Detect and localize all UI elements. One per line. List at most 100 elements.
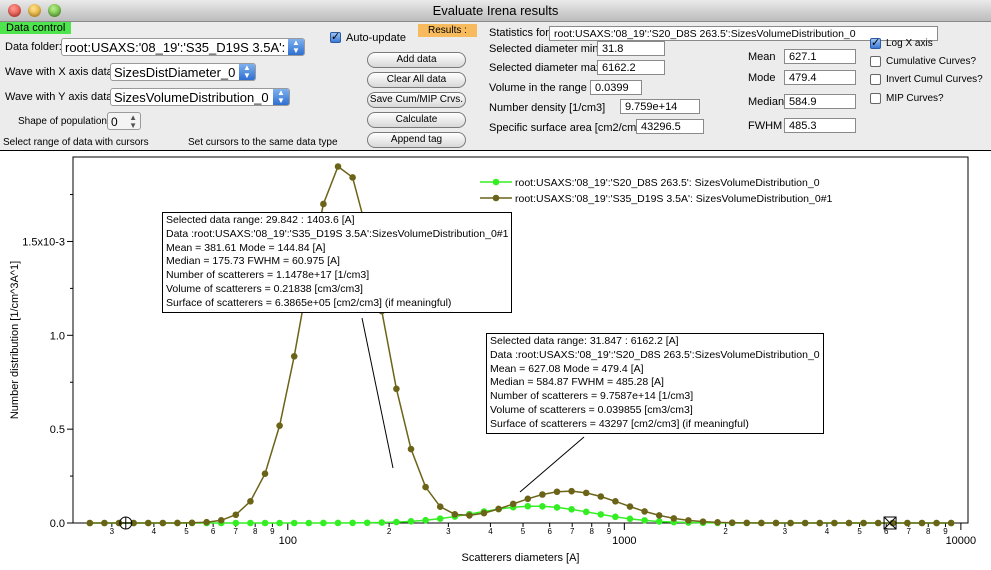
annotation-leader [361,317,394,469]
num-density-label: Number density [1/cm3] [489,102,606,114]
sel-max-field[interactable]: 6162.2 [597,60,665,75]
data-point [860,519,867,527]
range-hint: Select range of data with cursors [3,137,149,148]
data-point [714,519,721,526]
mean-label: Mean [748,51,776,63]
data-point [612,513,619,521]
stats-for-label: Statistics for: [489,27,552,39]
y-tick-label: 1.5x10-3 [22,236,65,248]
clear-all-data-button[interactable]: Clear All data [367,72,466,88]
data-point [188,519,196,527]
data-point [553,504,561,511]
data-point [101,519,108,527]
data-point [320,519,327,527]
x-minor-tick-label: 7 [233,527,238,536]
auto-update-checkbox[interactable] [330,30,341,43]
spec-surface-label: Specific surface area [cm2/cm3] [489,122,646,134]
mean-field[interactable]: 627.1 [784,49,856,64]
fwhm-label: FWHM [748,120,783,132]
x-axis-label: Scatterers diameters [A] [462,552,580,564]
annotation-line: Surface of scatterers = 43297 [cm2/cm3] … [490,417,749,430]
median-field[interactable]: 584.9 [784,94,856,109]
title-bar: Evaluate Irena results [0,0,991,22]
y-wave-popup[interactable]: SizesVolumeDistribution_0 ▲ ▼ [110,88,290,106]
annotation-series2: Selected data range: 31.847 : 6162.2 [A]… [486,333,824,434]
save-cum-mip-button[interactable]: Save Cum/MIP Crvs. [367,92,466,108]
x-minor-tick-label: 4 [488,527,493,536]
data-point [422,483,429,491]
x-minor-tick-label: 4 [152,527,157,536]
sel-min-label: Selected diameter min: [489,43,602,55]
data-point [568,506,575,513]
data-point [466,512,473,519]
fwhm-field[interactable]: 485.3 [784,118,856,133]
mode-field[interactable]: 479.4 [784,70,856,85]
data-point [422,516,429,524]
data-point [612,498,619,505]
num-density-field[interactable]: 9.759e+14 [620,99,700,114]
data-point [203,518,210,526]
data-point [670,515,678,522]
calculate-button[interactable]: Calculate [367,112,466,128]
data-point [247,498,254,505]
data-point [261,519,269,527]
auto-update-label: Auto-update [346,32,406,44]
annotation-line: Mean = 381.61 Mode = 144.84 [A] [166,241,326,254]
data-point [334,163,342,170]
data-point [597,493,605,500]
cumulative-checkbox[interactable] [870,56,881,67]
annotation-line: Median = 584.87 FWHM = 485.28 [A] [490,376,664,389]
vol-range-field[interactable]: 0.0399 [590,80,642,95]
annotation-line: Data :root:USAXS:'08_19':'S35_D19S 3.5A'… [166,227,509,240]
x-wave-value: SizesDistDiameter_0 [114,65,236,80]
data-point [816,519,824,527]
shape-popup[interactable]: 0 ▲ ▼ [107,112,141,130]
popup-arrows-icon: ▲ ▼ [273,89,289,105]
x-minor-tick-label: 9 [607,527,612,536]
annotation-line: Median = 175.73 FWHM = 60.975 [A] [166,255,340,268]
sel-min-field[interactable]: 31.8 [597,41,665,56]
data-point [685,517,692,524]
y-tick-label: 1.0 [50,330,65,342]
control-panel: Data control Data folder: root:USAXS:'08… [0,22,991,150]
x-minor-tick-label: 3 [783,527,788,536]
data-point [290,352,298,360]
data-folder-popup[interactable]: root:USAXS:'08_19':'S35_D19S 3.5A': ▲ ▼ [61,38,305,56]
x-wave-popup[interactable]: SizesDistDiameter_0 ▲ ▼ [110,63,256,81]
y-tick-label: 0.5 [50,424,65,436]
data-point [539,491,546,498]
stepper-icon: ▲ ▼ [129,113,137,130]
data-point [568,487,575,495]
data-point [655,518,663,525]
spec-surface-field[interactable]: 43296.5 [636,119,704,134]
x-minor-tick-label: 8 [589,527,594,536]
data-folder-label: Data folder: [5,41,62,53]
data-point [801,519,809,527]
data-point [174,519,181,527]
add-data-button[interactable]: Add data [367,52,466,68]
y-tick-label: 0.0 [50,518,65,530]
y-axis-label: Number distribution [1/cm^3A^1] [9,261,21,419]
invert-cumul-checkbox[interactable] [870,74,881,85]
data-point [320,200,327,208]
shape-value: 0 [111,115,118,129]
x-minor-tick-label: 5 [184,527,189,536]
data-point [874,519,882,527]
annotation-line: Selected data range: 29.842 : 1403.6 [A] [166,214,355,226]
mode-label: Mode [748,72,776,84]
data-point [480,509,488,517]
data-point [349,519,356,527]
data-point [787,519,794,527]
annotation-line: Surface of scatterers = 6.3865e+05 [cm2/… [166,296,452,309]
data-point [772,519,780,527]
mip-checkbox[interactable] [870,93,881,104]
data-point [86,519,94,527]
data-point [393,385,400,393]
x-minor-tick-label: 8 [926,527,931,536]
data-point [407,445,415,453]
data-point [378,519,386,526]
log-x-checkbox[interactable] [870,36,881,49]
annotation-series1: Selected data range: 29.842 : 1403.6 [A]… [162,212,513,313]
annotation-line: Volume of scatterers = 0.21838 [cm3/cm3] [166,282,363,295]
append-tag-button[interactable]: Append tag [367,132,466,148]
